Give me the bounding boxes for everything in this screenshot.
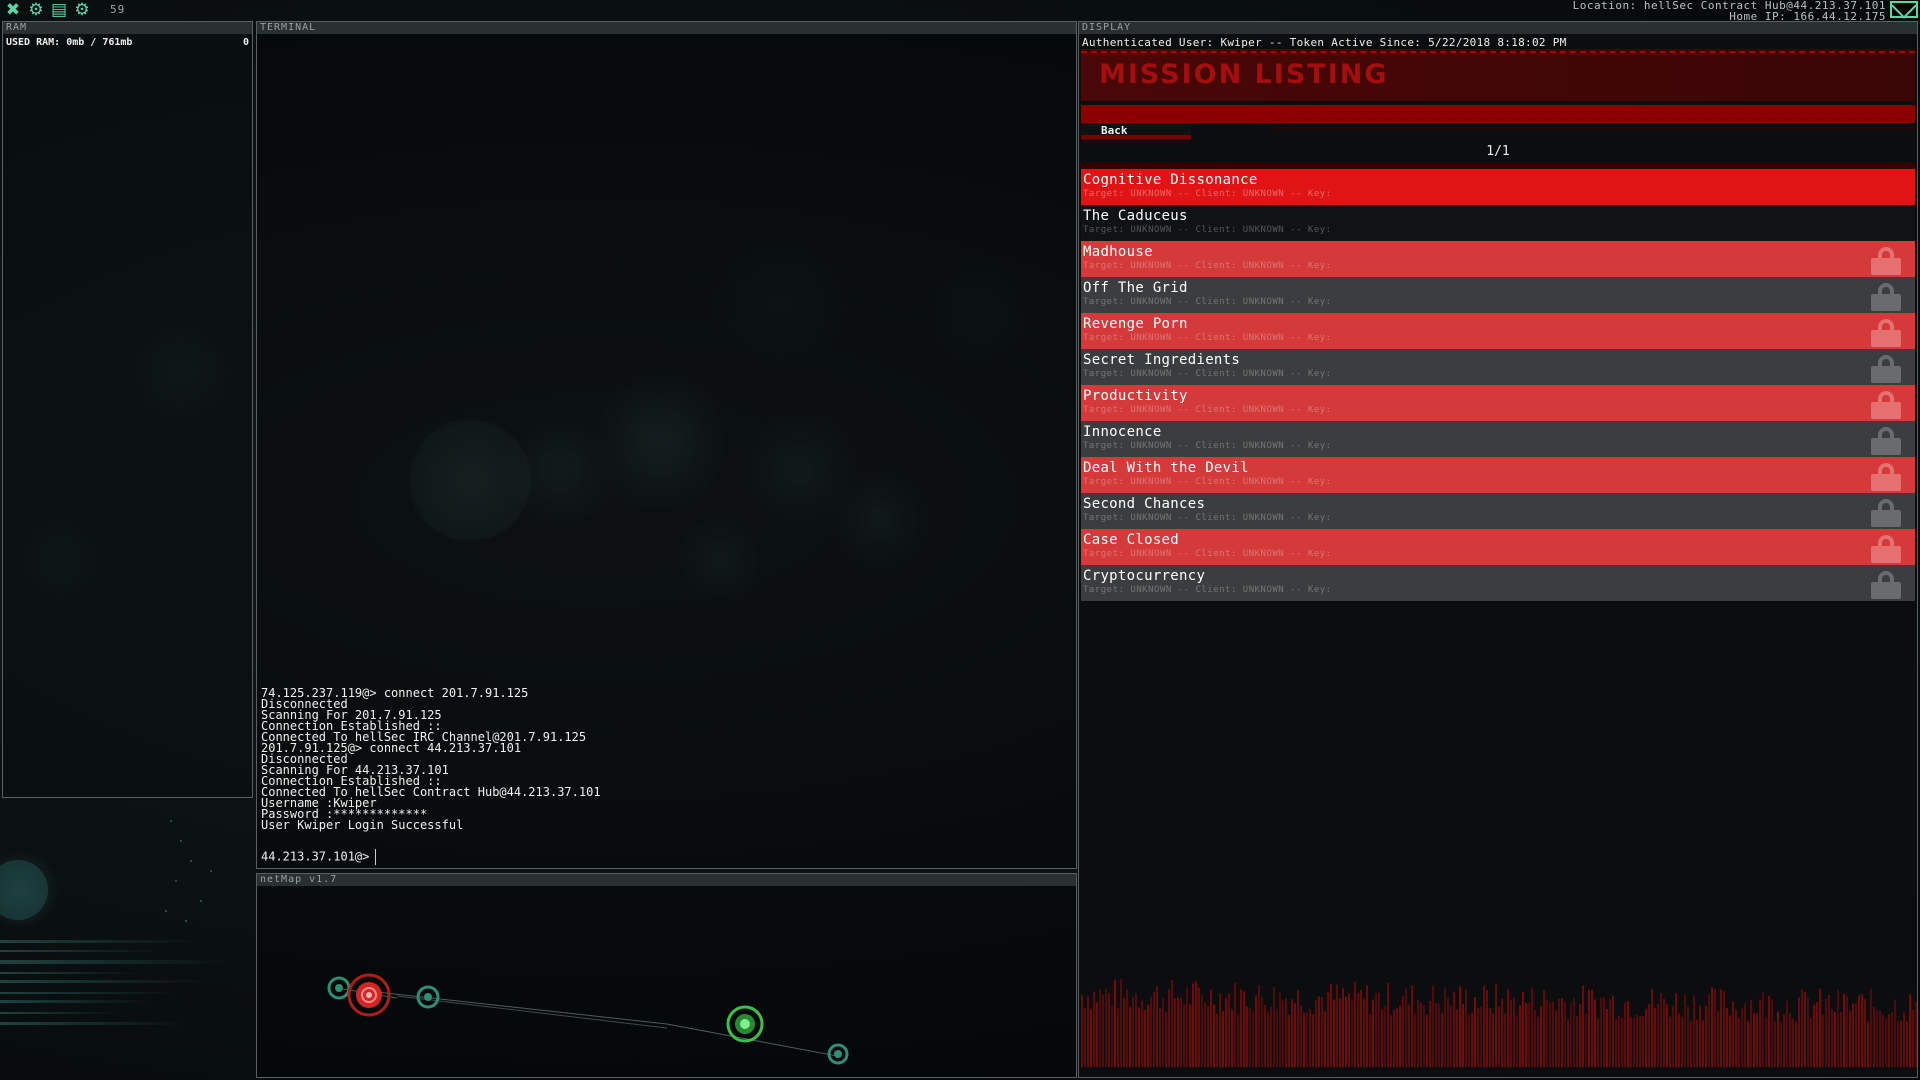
auth-status: Authenticated User: Kwiper -- Token Acti… [1082, 36, 1567, 49]
mission-list: Cognitive Dissonance Target: UNKNOWN -- C… [1081, 169, 1915, 601]
glitch-decoration [0, 820, 230, 1025]
mission-name: Case Closed [1083, 532, 1180, 548]
display-panel: DISPLAY Authenticated User: Kwiper -- To… [1078, 21, 1918, 1078]
netmap-graph [327, 973, 849, 1065]
mission-name: Madhouse [1083, 244, 1153, 260]
ram-count: 0 [242, 37, 249, 48]
header-bar [1081, 105, 1915, 123]
netmap-node-1[interactable] [327, 976, 351, 1000]
mission-meta: Target: UNKNOWN -- Client: UNKNOWN -- Ke… [1083, 369, 1332, 379]
mission-row[interactable]: Innocence Target: UNKNOWN -- Client: UNKN… [1081, 421, 1915, 457]
ram-used-label: USED RAM: 0mb / 761mb [6, 37, 133, 48]
lock-icon [1871, 283, 1901, 311]
location-info: Location: hellSec Contract Hub@44.213.37… [1573, 0, 1886, 22]
mission-meta: Target: UNKNOWN -- Client: UNKNOWN -- Ke… [1083, 405, 1332, 415]
netmap-panel: netMap v1.7 [256, 873, 1077, 1078]
netmap-header: netMap v1.7 [257, 874, 1076, 886]
mission-meta: Target: UNKNOWN -- Client: UNKNOWN -- Ke… [1083, 513, 1332, 523]
netmap-node-3[interactable] [827, 1043, 849, 1065]
terminal-output: 74.125.237.119@> connect 201.7.91.125 Dis… [261, 687, 601, 832]
mission-meta: Target: UNKNOWN -- Client: UNKNOWN -- Ke… [1083, 585, 1332, 595]
mission-meta: Target: UNKNOWN -- Client: UNKNOWN -- Ke… [1083, 333, 1332, 343]
mission-row[interactable]: Secret Ingredients Target: UNKNOWN -- Cli… [1081, 349, 1915, 385]
save-icon[interactable]: ▤ [50, 1, 68, 19]
netmap-node-current[interactable] [347, 973, 391, 1017]
lock-icon [1871, 535, 1901, 563]
mission-name: Second Chances [1083, 496, 1206, 512]
mission-row[interactable]: Productivity Target: UNKNOWN -- Client: U… [1081, 385, 1915, 421]
text-cursor [375, 849, 377, 865]
mission-meta: Target: UNKNOWN -- Client: UNKNOWN -- Ke… [1083, 549, 1332, 559]
back-row: Back [1081, 123, 1915, 143]
lock-icon [1871, 247, 1901, 275]
prompt-label: 44.213.37.101@> [261, 849, 370, 864]
mission-row[interactable]: Madhouse Target: UNKNOWN -- Client: UNKNO… [1081, 241, 1915, 277]
lock-icon [1871, 427, 1901, 455]
mail-icon[interactable] [1890, 1, 1918, 18]
page-indicator: 1/1 [1486, 144, 1510, 159]
mission-meta: Target: UNKNOWN -- Client: UNKNOWN -- Ke… [1083, 477, 1332, 487]
terminal-panel[interactable]: TERMINAL 74.125.237.119@> connect 201.7.… [256, 21, 1077, 869]
mission-name: Revenge Porn [1083, 316, 1188, 332]
ram-panel: RAM USED RAM: 0mb / 761mb 0 [2, 21, 253, 798]
terminal-prompt[interactable]: 44.213.37.101@> [261, 849, 377, 865]
lock-icon [1871, 463, 1901, 491]
gear-icon[interactable]: ⚙ [27, 1, 45, 19]
mission-listing-header: MISSION LISTING [1081, 49, 1915, 101]
top-bar: ✖ ⚙ ▤ ⚙ 59 Location: hellSec Contract Hu… [0, 0, 1920, 22]
mission-name: Off The Grid [1083, 280, 1188, 296]
mission-row[interactable]: Revenge Porn Target: UNKNOWN -- Client: U… [1081, 313, 1915, 349]
terminal-line: User Kwiper Login Successful [261, 818, 464, 832]
mission-listing-title: MISSION LISTING [1099, 59, 1389, 90]
mission-name: Cognitive Dissonance [1083, 172, 1258, 188]
noise-decoration [1271, 127, 1915, 133]
mission-row[interactable]: Off The Grid Target: UNKNOWN -- Client: U… [1081, 277, 1915, 313]
red-waveform [1081, 979, 1917, 1067]
lock-icon [1871, 499, 1901, 527]
netmap-node-home[interactable] [726, 1005, 764, 1043]
mission-meta: Target: UNKNOWN -- Client: UNKNOWN -- Ke… [1083, 441, 1332, 451]
lock-icon [1871, 391, 1901, 419]
mission-row[interactable]: Deal With the Devil Target: UNKNOWN -- Cl… [1081, 457, 1915, 493]
ram-usage: USED RAM: 0mb / 761mb 0 [3, 34, 252, 51]
mission-row[interactable]: Cryptocurrency Target: UNKNOWN -- Client:… [1081, 565, 1915, 601]
mission-name: The Caduceus [1083, 208, 1188, 224]
mission-row[interactable]: Second Chances Target: UNKNOWN -- Client:… [1081, 493, 1915, 529]
mission-meta: Target: UNKNOWN -- Client: UNKNOWN -- Ke… [1083, 297, 1332, 307]
display-header: DISPLAY [1079, 22, 1917, 34]
mission-meta: Target: UNKNOWN -- Client: UNKNOWN -- Ke… [1083, 261, 1332, 271]
terminal-header: TERMINAL [257, 22, 1076, 34]
mission-name: Productivity [1083, 388, 1188, 404]
settings-icon[interactable]: ⚙ [73, 1, 91, 19]
mission-name: Secret Ingredients [1083, 352, 1241, 368]
mission-name: Deal With the Devil [1083, 460, 1249, 476]
fps-counter: 59 [110, 3, 126, 16]
lock-icon [1871, 355, 1901, 383]
header-stripe [1081, 51, 1915, 53]
ram-header: RAM [3, 22, 252, 34]
mission-meta: Target: UNKNOWN -- Client: UNKNOWN -- Ke… [1083, 189, 1332, 199]
mission-name: Innocence [1083, 424, 1162, 440]
mission-row[interactable]: Cognitive Dissonance Target: UNKNOWN -- C… [1081, 169, 1915, 205]
mission-row[interactable]: Case Closed Target: UNKNOWN -- Client: UN… [1081, 529, 1915, 565]
mission-name: Cryptocurrency [1083, 568, 1206, 584]
mission-meta: Target: UNKNOWN -- Client: UNKNOWN -- Ke… [1083, 225, 1332, 235]
close-icon[interactable]: ✖ [4, 1, 22, 19]
mission-row[interactable]: The Caduceus Target: UNKNOWN -- Client: U… [1081, 205, 1915, 241]
back-button[interactable]: Back [1081, 123, 1191, 139]
lock-icon [1871, 571, 1901, 599]
lock-icon [1871, 319, 1901, 347]
